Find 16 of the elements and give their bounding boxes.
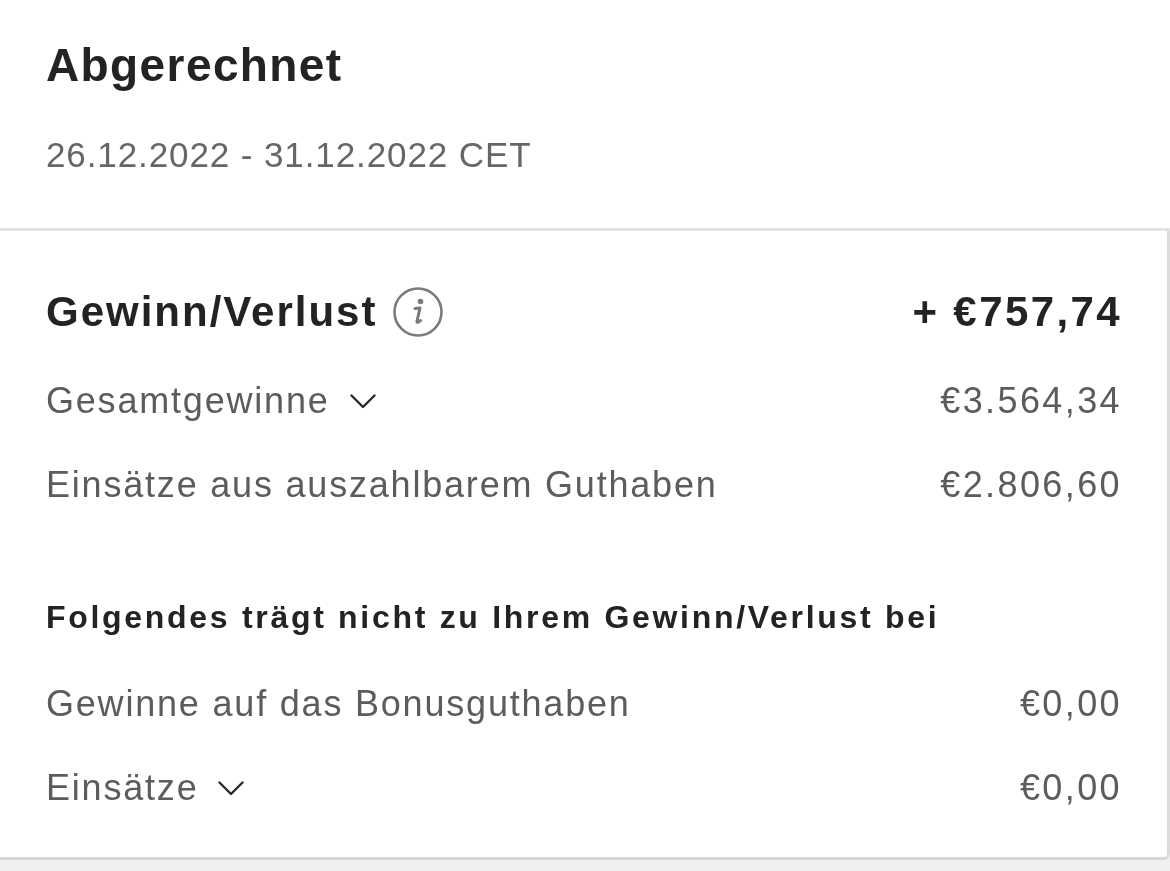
- amount-value: €0,00: [1019, 767, 1122, 809]
- chevron-down-icon: [349, 393, 376, 409]
- amount-value: €3.564,34: [940, 380, 1122, 422]
- chevron-down-icon: [218, 780, 245, 796]
- amount-value: €2.806,60: [940, 464, 1122, 506]
- date-range: 26.12.2022 - 31.12.2022 CET: [46, 135, 532, 175]
- amount-value: €0,00: [1019, 683, 1122, 725]
- info-icon[interactable]: [393, 287, 444, 337]
- row-label: Einsätze aus auszahlbarem Guthaben: [46, 464, 718, 506]
- section-title: Gewinn/Verlust: [46, 288, 378, 336]
- expand-toggle[interactable]: Einsätze: [46, 767, 245, 809]
- row-label: Gewinne auf das Bonusguthaben: [46, 683, 631, 725]
- page-title: Abgerechnet: [46, 39, 343, 91]
- section-heading: Folgendes trägt nicht zu Ihrem Gewinn/Verlust bei: [46, 597, 940, 637]
- expand-toggle[interactable]: Gesamtgewinne: [46, 380, 376, 422]
- total-amount: + €757,74: [912, 288, 1122, 336]
